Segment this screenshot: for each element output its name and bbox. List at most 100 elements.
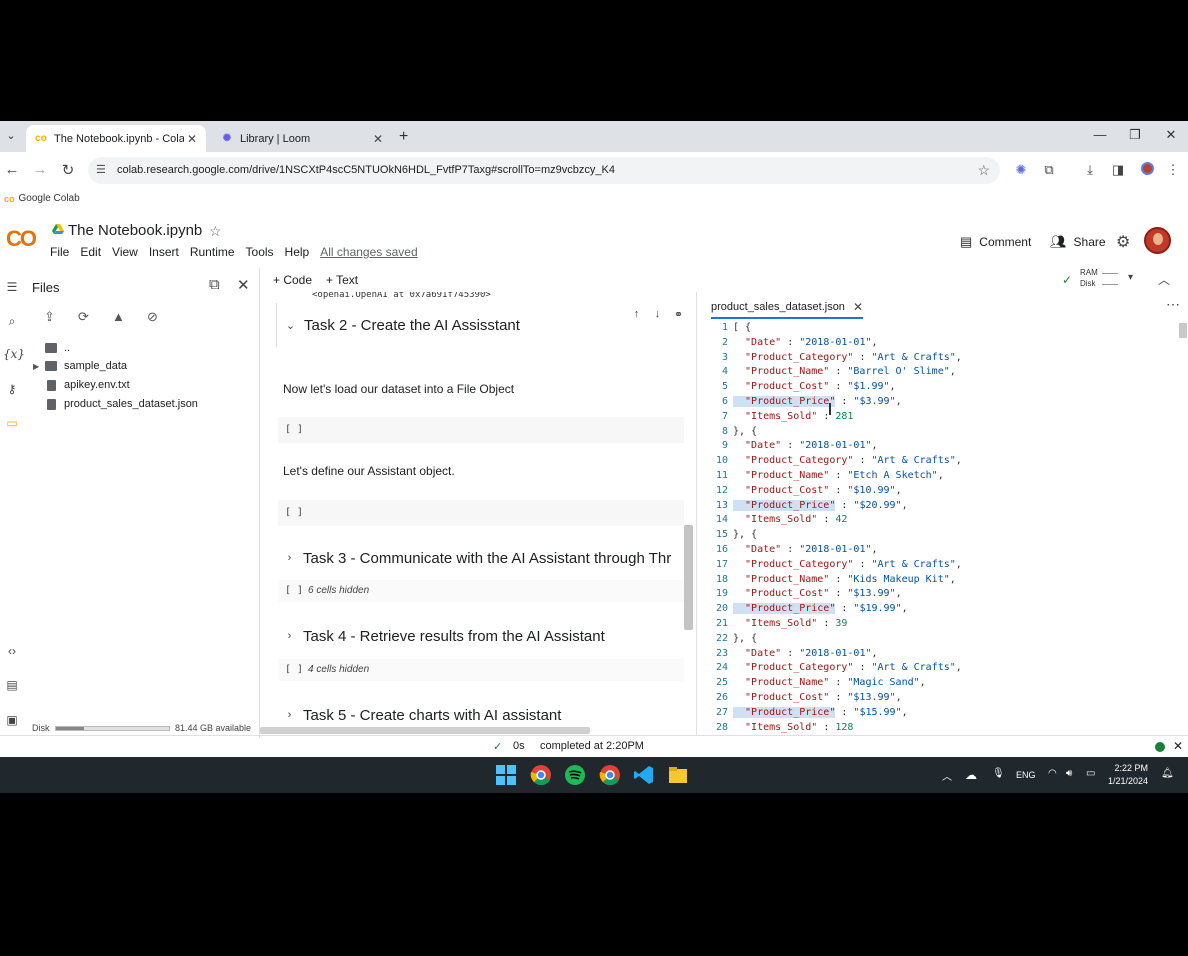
close-icon[interactable]: ✕ — [184, 132, 200, 146]
hidden-cells-row[interactable]: [ ] 6 cells hidden — [278, 580, 684, 602]
notebook-title[interactable]: The Notebook.ipynb — [68, 222, 202, 239]
microphone-icon[interactable]: 🎙︎ — [992, 768, 1005, 779]
site-info-icon[interactable]: ☰ — [96, 163, 106, 176]
address-bar[interactable]: ☰ colab.research.google.com/drive/1NSCXt… — [88, 157, 1000, 184]
battery-icon[interactable]: ▭ — [1086, 768, 1095, 779]
spotify-icon[interactable] — [564, 764, 586, 786]
close-icon[interactable]: ✕ — [853, 300, 863, 314]
tab-loom[interactable]: ✺ Library | Loom ✕ — [212, 125, 392, 152]
menu-view[interactable]: View — [112, 245, 138, 259]
notebook-scrollbar[interactable] — [684, 525, 693, 630]
tab-search-icon[interactable]: ⌄ — [4, 129, 18, 143]
more-options-icon[interactable]: ⋯ — [1166, 296, 1180, 313]
code-snippets-icon[interactable]: ‹› — [3, 644, 21, 658]
share-button[interactable]: 👥︎ Share — [1050, 234, 1106, 250]
notification-bell-icon[interactable]: 🔔︎ — [1161, 768, 1174, 779]
close-icon[interactable]: ✕ — [237, 276, 250, 294]
download-icon[interactable]: ⤓ — [1081, 162, 1099, 178]
chrome-profile-icon[interactable] — [599, 764, 621, 786]
restore-icon[interactable]: ❐ — [1125, 127, 1145, 143]
bookmark-google-colab[interactable]: co Google Colab — [4, 193, 80, 204]
hide-files-icon[interactable]: ⊘ — [147, 309, 158, 325]
chrome-icon[interactable] — [530, 764, 552, 786]
mount-drive-icon[interactable]: ▲ — [112, 309, 125, 324]
section-header[interactable]: › Task 5 - Create charts with AI assista… — [276, 693, 696, 728]
code-cell[interactable]: [ ] — [278, 417, 684, 443]
status-message[interactable]: completed at 2:20PM — [540, 740, 644, 752]
cloud-icon[interactable]: ☁ — [965, 768, 977, 782]
browser-menu-icon[interactable]: ⋮ — [1164, 162, 1182, 178]
folder-icon[interactable]: ▭ — [3, 416, 21, 430]
chevron-right-icon[interactable]: ▶ — [33, 362, 45, 371]
file-explorer-icon[interactable] — [667, 764, 689, 786]
add-code-button[interactable]: + Code — [273, 273, 312, 287]
markdown-cell[interactable]: Let's define our Assistant object. — [283, 464, 455, 478]
menu-file[interactable]: File — [50, 245, 69, 259]
variables-icon[interactable]: {x} — [3, 347, 25, 361]
menu-tools[interactable]: Tools — [246, 245, 274, 259]
key-icon[interactable]: ⚷ — [3, 382, 21, 396]
chevron-right-icon[interactable]: › — [276, 552, 303, 564]
language-indicator[interactable]: ENG — [1016, 770, 1036, 780]
reload-icon[interactable]: ↻ — [58, 161, 78, 179]
code-cell[interactable]: [ ] — [278, 500, 684, 526]
chevron-right-icon[interactable]: › — [276, 709, 303, 721]
command-palette-icon[interactable]: ▤ — [3, 678, 21, 692]
wifi-icon[interactable]: ◠ — [1048, 768, 1057, 779]
terminal-icon[interactable]: ▣ — [3, 713, 21, 727]
chevron-down-icon[interactable]: ▾ — [1128, 272, 1133, 283]
run-cell-button[interactable]: [ ] — [285, 664, 303, 675]
chevron-up-icon[interactable]: ︿ — [942, 768, 952, 783]
chevron-right-icon[interactable]: › — [276, 630, 303, 642]
hidden-cells-row[interactable]: [ ] 4 cells hidden — [278, 659, 684, 681]
viewer-tab[interactable]: product_sales_dataset.json ✕ — [711, 300, 863, 319]
section-header[interactable]: › Task 3 - Communicate with the AI Assis… — [276, 536, 696, 580]
open-in-tab-icon[interactable]: ⧉ — [209, 276, 220, 293]
extension-icon[interactable]: ✺ — [1012, 162, 1030, 178]
bookmark-star-icon[interactable]: ☆ — [977, 162, 990, 179]
window-close-icon[interactable]: ✕ — [1161, 127, 1181, 143]
upload-icon[interactable]: ⇪ — [44, 309, 55, 325]
new-tab-icon[interactable]: + — [399, 128, 408, 146]
user-avatar[interactable] — [1144, 227, 1171, 254]
minimize-icon[interactable]: — — [1090, 127, 1110, 142]
close-icon[interactable]: ✕ — [370, 132, 386, 146]
menu-edit[interactable]: Edit — [80, 245, 101, 259]
run-cell-button[interactable]: [ ] — [285, 424, 303, 435]
star-icon[interactable]: ☆ — [209, 223, 222, 240]
profile-avatar[interactable] — [1141, 162, 1154, 175]
close-icon[interactable]: ✕ — [1173, 739, 1183, 753]
search-icon[interactable]: ⌕ — [3, 314, 21, 329]
save-status[interactable]: All changes saved — [320, 245, 417, 259]
volume-icon[interactable]: 🔊︎ — [1066, 768, 1072, 779]
add-text-button[interactable]: + Text — [326, 273, 358, 287]
extensions-puzzle-icon[interactable]: ⧉ — [1040, 162, 1058, 178]
back-icon[interactable]: ← — [2, 161, 22, 178]
comment-button[interactable]: ▤ Comment — [960, 234, 1031, 250]
notebook-hscrollbar[interactable] — [260, 727, 590, 734]
table-of-contents-icon[interactable]: ☰ — [3, 280, 21, 294]
run-cell-button[interactable]: [ ] — [285, 585, 303, 596]
viewer-scrollbar[interactable] — [1179, 323, 1187, 338]
markdown-cell[interactable]: Now let's load our dataset into a File O… — [283, 382, 514, 396]
tree-item-parent[interactable]: .. — [33, 342, 70, 354]
tree-item-sample-data[interactable]: ▶ sample_data — [33, 360, 127, 372]
runtime-status[interactable]: ✓ RAM Disk ▾ ︿ — [1062, 268, 1182, 292]
collapse-header-icon[interactable]: ︿ — [1158, 271, 1170, 288]
vscode-icon[interactable] — [633, 764, 655, 786]
tree-item-dataset[interactable]: product_sales_dataset.json — [33, 398, 198, 410]
menu-help[interactable]: Help — [285, 245, 310, 259]
windows-start-icon[interactable] — [495, 764, 517, 786]
section-header[interactable]: › Task 4 - Retrieve results from the AI … — [276, 614, 696, 658]
side-panel-icon[interactable]: ◨ — [1109, 162, 1127, 178]
gear-icon[interactable]: ⚙ — [1116, 232, 1130, 252]
tab-colab[interactable]: co The Notebook.ipynb - Colabora ✕ — [26, 125, 206, 152]
menu-runtime[interactable]: Runtime — [190, 245, 235, 259]
forward-icon[interactable]: → — [30, 161, 50, 178]
refresh-folder-icon[interactable]: ⟳ — [78, 309, 89, 325]
run-cell-button[interactable]: [ ] — [285, 507, 303, 518]
colab-logo[interactable]: CO — [6, 226, 37, 252]
clock[interactable]: 2:22 PM 1/21/2024 — [1108, 762, 1148, 788]
tree-item-apikey[interactable]: apikey.env.txt — [33, 379, 130, 391]
menu-insert[interactable]: Insert — [149, 245, 179, 259]
